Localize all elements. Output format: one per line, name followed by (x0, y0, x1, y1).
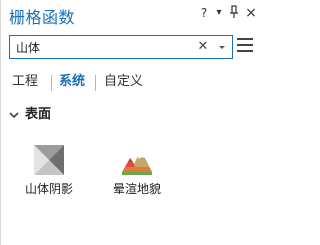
tab-divider (51, 75, 52, 91)
tab-divider (95, 75, 96, 91)
tool-label: 山体阴影 (24, 182, 73, 196)
chevron-down-icon[interactable] (216, 40, 228, 54)
tab-bar: 工程 系统 自定义 (9, 72, 249, 94)
chevron-down-icon (9, 112, 19, 119)
tool-hillshade[interactable]: 山体阴影 (9, 140, 89, 200)
raster-functions-pane: 栅格函数 ? ▾ × ✕ 工程 系统 自定义 (0, 0, 261, 245)
tool-label: 晕渲地貌 (112, 182, 161, 196)
pin-button[interactable] (227, 5, 241, 21)
tab-custom[interactable]: 自定义 (104, 72, 143, 92)
pin-icon (230, 5, 238, 18)
search-input[interactable] (10, 36, 190, 58)
tab-project[interactable]: 工程 (12, 72, 38, 92)
pane-title: 栅格函数 (9, 8, 76, 27)
shaded-relief-icon (122, 150, 152, 175)
help-button[interactable]: ? (197, 5, 211, 21)
section-label: 表面 (25, 107, 52, 122)
clear-search-icon[interactable]: ✕ (196, 39, 210, 55)
tab-system[interactable]: 系统 (59, 72, 85, 92)
close-pane-button[interactable]: × (244, 5, 258, 21)
section-header-surface[interactable]: 表面 (9, 106, 209, 126)
tool-shaded-relief[interactable]: 晕渲地貌 (97, 140, 177, 200)
hillshade-icon (34, 145, 64, 175)
menu-icon[interactable] (237, 38, 253, 54)
pane-options-button[interactable]: ▾ (212, 5, 226, 21)
search-box[interactable]: ✕ (9, 35, 233, 59)
pane-titlebar: 栅格函数 ? ▾ × (1, 0, 262, 28)
